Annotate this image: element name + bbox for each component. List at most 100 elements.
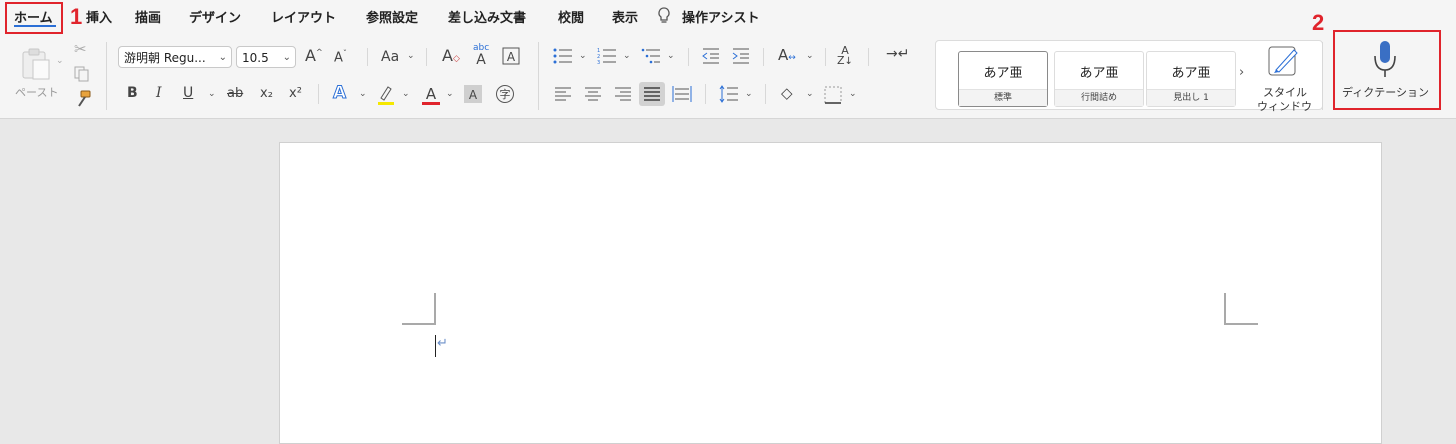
chevron-down-icon[interactable]: ⌄ xyxy=(849,89,857,99)
dictation-label: ディクテーション xyxy=(1342,86,1430,99)
styles-pane-icon[interactable] xyxy=(1266,44,1302,78)
copy-icon[interactable] xyxy=(73,65,91,83)
chevron-down-icon[interactable]: ⌄ xyxy=(667,51,675,61)
align-right-icon[interactable] xyxy=(614,86,632,102)
paragraph-shading-icon[interactable]: ◇ xyxy=(781,86,793,101)
character-shading-icon[interactable]: A xyxy=(464,85,482,103)
enclosed-characters-icon[interactable]: 字 xyxy=(495,84,515,104)
style-sample: あア亜 xyxy=(983,66,1023,81)
separator xyxy=(868,48,869,66)
chevron-down-icon[interactable]: ⌄ xyxy=(623,51,631,61)
increase-indent-icon[interactable] xyxy=(732,47,750,65)
style-heading-1[interactable]: あア亜 見出し 1 xyxy=(1146,51,1236,107)
justify-icon xyxy=(644,87,660,101)
strikethrough-button[interactable]: ab xyxy=(227,87,243,100)
separator xyxy=(765,84,766,104)
chevron-down-icon[interactable]: ⌄ xyxy=(446,89,454,99)
tab-view[interactable]: 表示 xyxy=(612,7,638,26)
align-left-icon[interactable] xyxy=(554,86,572,102)
chevron-down-icon[interactable]: ⌄ xyxy=(407,51,415,61)
svg-text:3: 3 xyxy=(597,60,600,65)
chevron-down-icon: ⌄ xyxy=(218,52,227,63)
ribbon-tab-bar: ホーム 挿入 描画 デザイン レイアウト 参照設定 差し込み文書 校閲 表示 操… xyxy=(0,0,1456,35)
ribbon-toolbar: ⌄ ペースト ✂ 游明朝 Regu... ⌄ 10.5 ⌄ A^ Aˇ Aa ⌄… xyxy=(0,30,1456,119)
justify-button[interactable] xyxy=(639,82,665,106)
separator xyxy=(825,48,826,66)
tab-draw[interactable]: 描画 xyxy=(135,7,161,26)
highlight-box-home xyxy=(5,2,63,34)
tab-layout[interactable]: レイアウト xyxy=(271,7,336,26)
svg-text:A: A xyxy=(507,50,516,64)
numbering-icon[interactable]: 123 xyxy=(597,47,617,65)
style-name: 見出し 1 xyxy=(1147,89,1235,106)
separator xyxy=(538,42,539,110)
separator xyxy=(1322,42,1323,110)
decrease-indent-icon[interactable] xyxy=(702,47,720,65)
tab-review[interactable]: 校閲 xyxy=(558,7,584,26)
show-formatting-marks-icon[interactable]: →↵ xyxy=(886,47,909,61)
subscript-button[interactable]: x₂ xyxy=(260,87,273,100)
paste-options-chevron-icon[interactable]: ⌄ xyxy=(56,56,64,66)
grow-font-icon[interactable]: A^ xyxy=(305,48,323,64)
paste-label: ペースト xyxy=(15,86,59,99)
align-center-icon[interactable] xyxy=(584,86,602,102)
change-case-button[interactable]: Aa xyxy=(381,50,399,64)
sort-icon[interactable]: A Z↓ xyxy=(837,45,853,67)
text-cursor xyxy=(435,335,436,357)
distributed-icon[interactable] xyxy=(672,86,692,102)
style-name: 標準 xyxy=(959,89,1047,106)
margin-corner-mark-left xyxy=(434,293,436,325)
multilevel-list-icon[interactable] xyxy=(641,47,661,65)
tab-tell-me[interactable]: 操作アシスト xyxy=(682,7,759,26)
chevron-down-icon[interactable]: ⌄ xyxy=(806,89,814,99)
cut-icon[interactable]: ✂ xyxy=(74,42,87,57)
tab-mailings[interactable]: 差し込み文書 xyxy=(448,7,526,26)
superscript-button[interactable]: x² xyxy=(289,87,302,100)
chevron-down-icon[interactable]: ⌄ xyxy=(806,51,814,61)
font-color-icon[interactable]: A xyxy=(421,84,441,106)
svg-text:字: 字 xyxy=(500,87,511,101)
paste-icon[interactable] xyxy=(18,46,54,82)
borders-icon[interactable] xyxy=(824,86,842,104)
chevron-down-icon[interactable]: ⌄ xyxy=(208,89,216,99)
style-no-spacing[interactable]: あア亜 行間詰め xyxy=(1054,51,1144,107)
style-name: 行間詰め xyxy=(1055,89,1143,106)
highlight-color-icon[interactable] xyxy=(377,84,395,106)
chevron-down-icon[interactable]: ⌄ xyxy=(359,89,367,99)
text-direction-icon[interactable]: A↔ xyxy=(778,48,796,63)
styles-more-chevron-icon[interactable]: › xyxy=(1239,65,1244,80)
document-page[interactable]: ↵ xyxy=(279,142,1382,444)
font-name-select[interactable]: 游明朝 Regu... ⌄ xyxy=(118,46,232,68)
style-sample: あア亜 xyxy=(1079,66,1119,81)
phonetic-guide-icon[interactable]: abc A xyxy=(473,44,489,68)
bold-button[interactable]: B xyxy=(127,86,138,100)
chevron-down-icon[interactable]: ⌄ xyxy=(745,89,753,99)
shrink-font-icon[interactable]: Aˇ xyxy=(334,50,347,65)
separator xyxy=(763,48,764,66)
character-border-icon[interactable]: A xyxy=(502,47,520,65)
clear-formatting-icon[interactable]: A◇ xyxy=(442,48,460,64)
paragraph-mark-icon: ↵ xyxy=(437,336,448,351)
chevron-down-icon[interactable]: ⌄ xyxy=(402,89,410,99)
bullets-icon[interactable] xyxy=(553,47,573,65)
separator xyxy=(688,48,689,66)
separator xyxy=(367,48,368,66)
chevron-down-icon: ⌄ xyxy=(282,52,291,63)
tab-references[interactable]: 参照設定 xyxy=(366,7,418,26)
text-effects-icon[interactable]: A xyxy=(332,84,346,102)
margin-corner-mark-right xyxy=(1224,323,1258,325)
lightbulb-icon xyxy=(658,7,670,23)
font-size-select[interactable]: 10.5 ⌄ xyxy=(236,46,296,68)
separator xyxy=(318,84,319,104)
underline-button[interactable]: U xyxy=(183,86,193,100)
separator xyxy=(705,84,706,104)
tab-design[interactable]: デザイン xyxy=(189,7,241,26)
line-spacing-icon[interactable] xyxy=(719,85,739,103)
style-normal[interactable]: あア亜 標準 xyxy=(958,51,1048,107)
tab-insert[interactable]: 挿入 xyxy=(86,7,112,26)
format-painter-icon[interactable] xyxy=(73,89,93,109)
chevron-down-icon[interactable]: ⌄ xyxy=(579,51,587,61)
italic-button[interactable]: I xyxy=(156,86,162,100)
separator xyxy=(426,48,427,66)
style-sample: あア亜 xyxy=(1171,66,1211,81)
